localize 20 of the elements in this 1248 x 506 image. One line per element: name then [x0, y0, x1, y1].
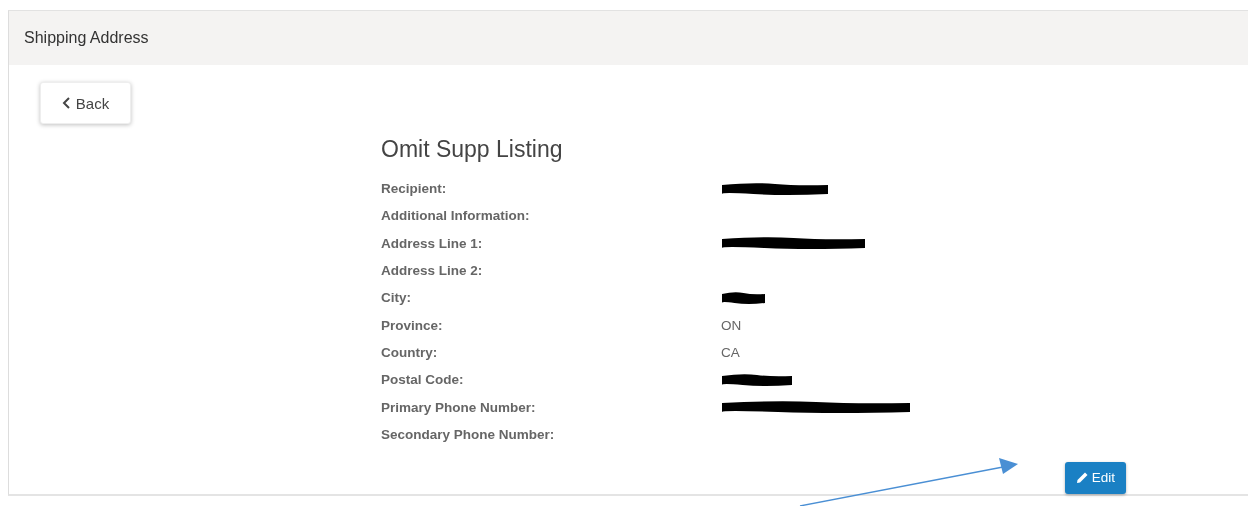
panel-title: Shipping Address — [24, 29, 149, 47]
field-label: Province: — [381, 317, 444, 333]
field-label: Postal Code: — [381, 372, 465, 388]
field-label: Secondary Phone Number: — [381, 426, 556, 442]
redaction-mark — [721, 372, 793, 387]
chevron-left-icon — [61, 97, 70, 109]
field-label: City: — [381, 290, 412, 306]
field-value: CA — [721, 344, 740, 360]
field-label: Primary Phone Number: — [381, 399, 537, 415]
field-label: Address Line 1: — [381, 235, 484, 251]
field-label: Recipient: — [381, 181, 448, 197]
redaction-mark — [721, 290, 766, 305]
listing-title: Omit Supp Listing — [381, 136, 564, 163]
edit-button[interactable]: Edit — [1064, 461, 1126, 494]
field-label: Address Line 2: — [381, 263, 484, 279]
field-label: Additional Information: — [381, 208, 531, 224]
back-button[interactable]: Back — [40, 82, 131, 124]
pencil-icon — [1075, 471, 1089, 485]
field-label: Country: — [381, 344, 439, 360]
field-value: ON — [721, 317, 742, 333]
